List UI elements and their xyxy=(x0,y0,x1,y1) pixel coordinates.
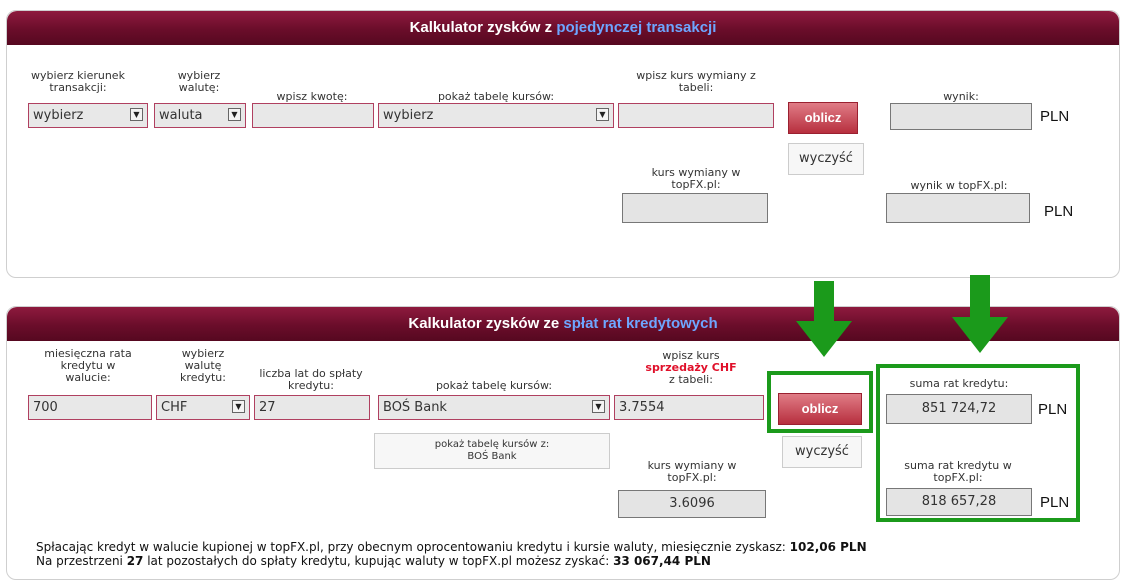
pln-unit: PLN xyxy=(1040,494,1070,511)
sum-topfx-label: suma rat kredytu w topFX.pl: xyxy=(904,459,1012,484)
pln-unit: PLN xyxy=(1044,203,1074,220)
rate-table-select[interactable]: BOŚ Bank ▼ xyxy=(378,395,610,420)
arrow-down-icon xyxy=(952,275,1008,353)
chevron-down-icon: ▼ xyxy=(228,108,241,121)
monthly-rate-input[interactable]: 700 xyxy=(28,395,152,420)
calculate-button[interactable]: oblicz xyxy=(788,102,858,134)
direction-select-value: wybierz xyxy=(33,108,84,123)
sum-rates-label: suma rat kredytu: xyxy=(909,377,1009,390)
title-text: Kalkulator zysków ze xyxy=(408,315,564,332)
summary-line-2: Na przestrzeni 27 lat pozostałych do spł… xyxy=(36,555,711,568)
years-input[interactable]: 27 xyxy=(254,395,370,420)
years-label: liczba lat do spłaty kredytu: xyxy=(259,367,363,392)
show-rate-table-line1: pokaż tabelę kursów z: xyxy=(434,439,550,450)
currency-select[interactable]: waluta ▼ xyxy=(154,103,246,128)
rate-table-label: pokaż tabelę kursów: xyxy=(437,90,555,103)
topfx-rate-field xyxy=(622,193,768,223)
summary-line-1-text: Spłacając kredyt w walucie kupionej w to… xyxy=(36,540,790,554)
show-rate-table-button[interactable]: pokaż tabelę kursów z: BOŚ Bank xyxy=(374,433,610,469)
sum-rates-field: 851 724,72 xyxy=(886,394,1032,424)
currency-select-value: waluta xyxy=(159,108,203,123)
topfx-rate-label: kurs wymiany w topFX.pl: xyxy=(647,459,737,484)
chevron-down-icon: ▼ xyxy=(596,108,609,121)
total-savings-value: 33 067,44 PLN xyxy=(613,554,711,568)
monthly-savings-value: 102,06 PLN xyxy=(789,540,867,554)
summary-line-1: Spłacając kredyt w walucie kupionej w to… xyxy=(36,541,867,554)
exchange-rate-input[interactable] xyxy=(618,103,774,128)
rate-table-select-value: BOŚ Bank xyxy=(383,400,447,415)
currency-label: wybierz walutę: xyxy=(177,69,221,94)
arrow-down-icon xyxy=(796,281,852,357)
clear-button[interactable]: wyczyść xyxy=(788,143,864,175)
calculate-button[interactable]: oblicz xyxy=(778,393,862,425)
exchange-rate-label: wpisz kurs wymiany z tabeli: xyxy=(636,69,756,94)
title-highlight: spłat rat kredytowych xyxy=(563,315,718,332)
single-transaction-panel: Kalkulator zysków z pojedynczej transakc… xyxy=(6,10,1120,278)
topfx-rate-field: 3.6096 xyxy=(618,490,766,518)
summary-line-2-middle: lat pozostałych do spłaty kredytu, kupuj… xyxy=(143,554,614,568)
amount-label: wpisz kwotę: xyxy=(276,90,348,103)
rate-table-select[interactable]: wybierz ▼ xyxy=(378,103,614,128)
topfx-result-label: wynik w topFX.pl: xyxy=(910,179,1008,192)
show-rate-table-line2: BOŚ Bank xyxy=(467,451,517,462)
title-highlight: pojedynczej transakcji xyxy=(556,19,717,36)
loan-currency-label: wybierz walutę kredytu: xyxy=(180,347,226,384)
result-field xyxy=(890,103,1032,130)
summary-line-2-text: Na przestrzeni xyxy=(36,554,127,568)
loan-currency-select[interactable]: CHF ▼ xyxy=(156,395,250,420)
chevron-down-icon: ▼ xyxy=(130,108,143,121)
result-label: wynik: xyxy=(943,90,979,103)
chevron-down-icon: ▼ xyxy=(592,400,605,413)
sum-topfx-field: 818 657,28 xyxy=(886,488,1032,516)
rate-table-select-value: wybierz xyxy=(383,108,434,123)
topfx-rate-label: kurs wymiany w topFX.pl: xyxy=(651,166,741,191)
panel-title: Kalkulator zysków z pojedynczej transakc… xyxy=(7,11,1119,45)
chevron-down-icon: ▼ xyxy=(232,400,245,413)
pln-unit: PLN xyxy=(1038,401,1068,418)
monthly-rate-label: miesięczna rata kredytu w walucie: xyxy=(44,347,132,384)
years-value: 27 xyxy=(126,554,144,568)
rate-table-label: pokaż tabelę kursów: xyxy=(435,379,553,392)
exchange-rate-label-line3: z tabeli: xyxy=(669,373,713,386)
clear-button[interactable]: wyczyść xyxy=(782,436,862,468)
direction-select[interactable]: wybierz ▼ xyxy=(28,103,148,128)
loan-currency-select-value: CHF xyxy=(161,400,188,415)
title-text: Kalkulator zysków z xyxy=(409,19,557,36)
direction-label: wybierz kierunek transakcji: xyxy=(31,69,125,94)
exchange-rate-input[interactable]: 3.7554 xyxy=(614,395,764,420)
exchange-rate-label: wpisz kurs sprzedaży CHF z tabeli: xyxy=(616,350,766,386)
pln-unit: PLN xyxy=(1040,108,1070,125)
topfx-result-field xyxy=(886,193,1030,223)
amount-input[interactable] xyxy=(252,103,374,128)
